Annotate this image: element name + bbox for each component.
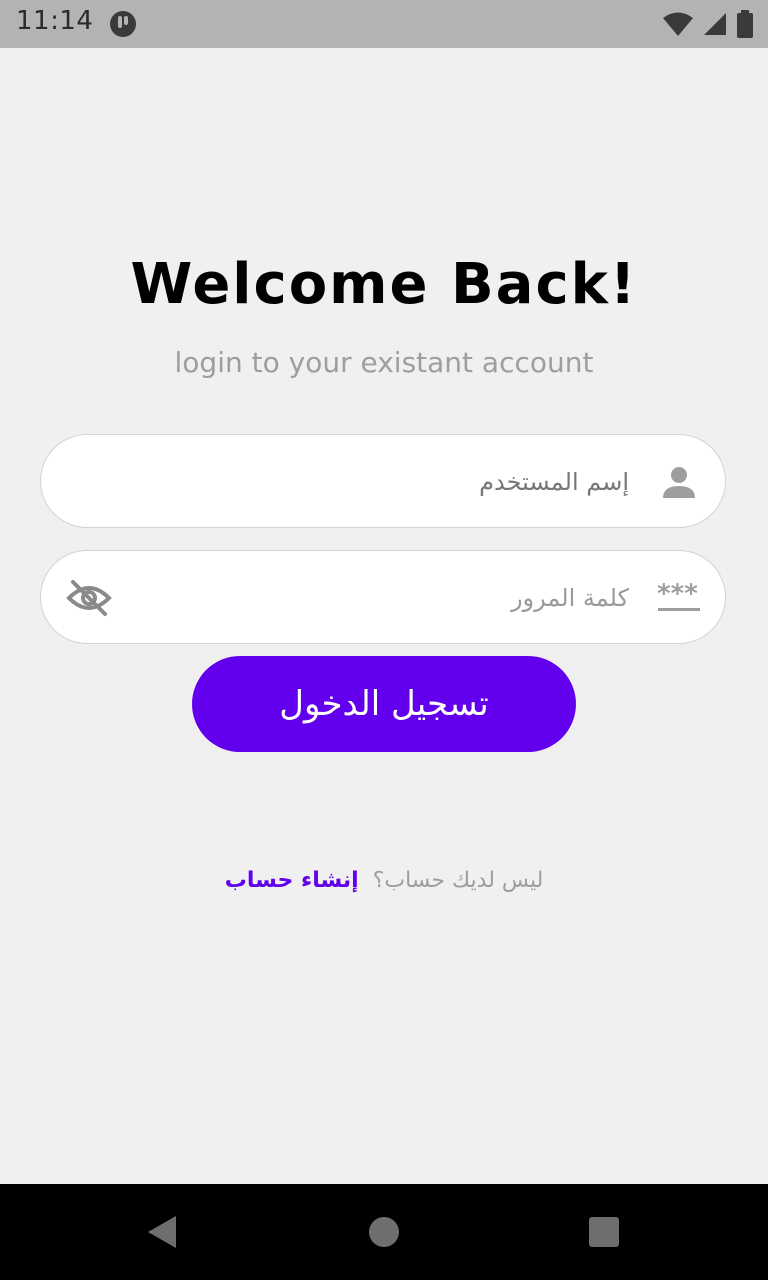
navigation-bar (0, 1184, 768, 1280)
username-input[interactable] (137, 455, 629, 509)
page-title: Welcome Back! (130, 252, 638, 317)
svg-text:***: *** (657, 579, 698, 609)
status-icons (662, 10, 754, 38)
battery-icon (737, 10, 753, 38)
username-field[interactable] (40, 434, 726, 528)
recents-icon[interactable] (584, 1212, 624, 1252)
wifi-icon (663, 12, 693, 36)
back-icon[interactable] (142, 1212, 182, 1252)
password-icon: *** (657, 579, 700, 611)
password-input[interactable] (137, 571, 629, 625)
home-icon[interactable] (364, 1212, 404, 1252)
status-bar: 11:14 (0, 0, 768, 48)
login-button[interactable]: تسجيل الدخول (192, 656, 576, 752)
eye-off-icon[interactable] (65, 576, 113, 620)
signup-question: ليس لديك حساب؟ (372, 867, 544, 893)
signup-prompt: ليس لديك حساب؟ إنشاء حساب (0, 860, 768, 900)
page-subtitle: login to your existant account (174, 346, 594, 379)
status-time: 11:14 (16, 6, 94, 36)
password-field[interactable]: *** (40, 550, 726, 644)
app-notification-icon (110, 11, 136, 37)
create-account-link[interactable]: إنشاء حساب (225, 868, 359, 893)
person-icon (663, 467, 695, 498)
signal-icon (704, 13, 726, 35)
